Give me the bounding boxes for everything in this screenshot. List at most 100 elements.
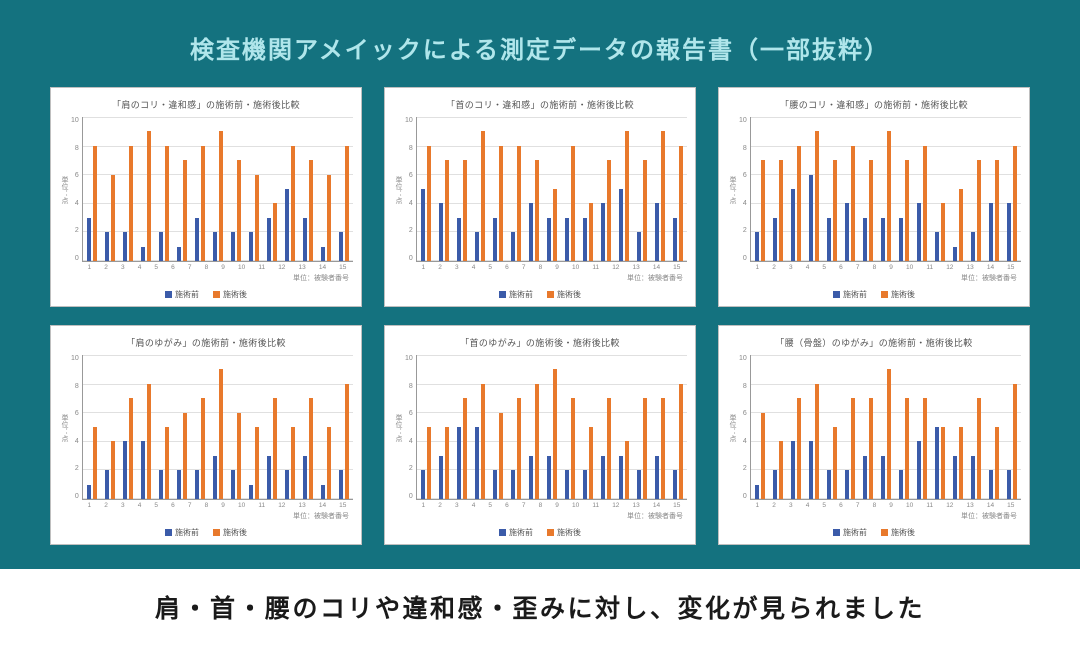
bar-group	[86, 117, 98, 261]
bar-after	[761, 413, 766, 499]
bar-before	[655, 456, 660, 499]
bar-before	[989, 470, 994, 499]
y-ticks: 1086420	[71, 117, 82, 262]
bar-after	[815, 384, 820, 499]
plot-area	[82, 355, 353, 500]
bar-before	[249, 485, 254, 499]
bar-after	[481, 131, 486, 261]
bar-group	[456, 355, 468, 499]
x-axis-label: 単位：被験者番号	[59, 511, 353, 521]
bar-after	[589, 427, 594, 499]
bar-group	[600, 355, 612, 499]
bar-after	[571, 398, 576, 499]
bar-after	[1013, 384, 1018, 499]
bar-group	[564, 355, 576, 499]
bar-after	[147, 131, 152, 261]
bar-after	[797, 398, 802, 499]
bar-before	[475, 232, 480, 261]
bar-before	[791, 189, 796, 261]
bar-after	[779, 441, 784, 499]
x-axis-label: 単位：被験者番号	[393, 273, 687, 283]
bar-after	[625, 131, 630, 261]
bar-after	[977, 398, 982, 499]
bar-after	[941, 203, 946, 261]
bar-after	[219, 131, 224, 261]
bar-after	[111, 175, 116, 261]
chart-card: 「肩のコリ・違和感」の施術前・施術後比較単位：点1086420123456789…	[50, 87, 362, 307]
chart-title: 「首のコリ・違和感」の施術前・施術後比較	[393, 98, 687, 111]
bar-group	[772, 117, 784, 261]
plot-area	[750, 117, 1021, 262]
bar-group	[654, 355, 666, 499]
bar-after	[463, 160, 468, 261]
chart-card: 「肩のゆがみ」の施術前・施術後比較単位：点1086420123456789101…	[50, 325, 362, 545]
legend: 施術前施術後	[727, 527, 1021, 538]
bar-group	[970, 355, 982, 499]
bar-group	[338, 355, 350, 499]
bar-group	[420, 117, 432, 261]
legend-after: 施術後	[547, 527, 581, 538]
legend-before: 施術前	[165, 289, 199, 300]
bar-after	[183, 413, 188, 499]
legend: 施術前施術後	[393, 289, 687, 300]
bar-group	[672, 355, 684, 499]
bar-after	[201, 398, 206, 499]
bar-before	[881, 218, 886, 261]
bar-after	[797, 146, 802, 261]
bar-after	[345, 384, 350, 499]
bar-after	[905, 160, 910, 261]
y-axis-label: 単位：点	[59, 176, 71, 204]
bar-before	[827, 470, 832, 499]
bar-before	[123, 441, 128, 499]
bar-group	[808, 355, 820, 499]
chart-title: 「肩のゆがみ」の施術前・施術後比較	[59, 336, 353, 349]
bar-before	[159, 232, 164, 261]
bar-after	[607, 398, 612, 499]
bar-before	[213, 456, 218, 499]
bar-before	[267, 218, 272, 261]
bar-after	[679, 146, 684, 261]
bar-after	[869, 160, 874, 261]
bar-after	[761, 160, 766, 261]
x-ticks: 123456789101112131415	[59, 264, 353, 271]
x-ticks: 123456789101112131415	[393, 502, 687, 509]
bar-group	[826, 117, 838, 261]
bar-before	[123, 232, 128, 261]
bar-after	[445, 160, 450, 261]
bar-before	[673, 218, 678, 261]
chart-title: 「腰（骨盤）のゆがみ」の施術前・施術後比較	[727, 336, 1021, 349]
plot-area	[416, 117, 687, 262]
chart-card: 「首のコリ・違和感」の施術前・施術後比較単位：点1086420123456789…	[384, 87, 696, 307]
bar-after	[679, 384, 684, 499]
bar-after	[147, 384, 152, 499]
bar-after	[905, 398, 910, 499]
bar-group	[248, 355, 260, 499]
bar-before	[755, 232, 760, 261]
bar-group	[438, 117, 450, 261]
bar-group	[510, 117, 522, 261]
x-ticks: 123456789101112131415	[727, 264, 1021, 271]
bar-after	[535, 384, 540, 499]
bar-before	[511, 232, 516, 261]
bar-group	[898, 117, 910, 261]
bar-before	[249, 232, 254, 261]
bar-group	[266, 117, 278, 261]
bar-after	[499, 413, 504, 499]
bar-before	[583, 470, 588, 499]
bar-after	[535, 160, 540, 261]
bar-before	[87, 485, 92, 499]
bar-before	[87, 218, 92, 261]
bar-group	[862, 117, 874, 261]
bar-before	[953, 247, 958, 261]
bar-after	[93, 146, 98, 261]
bar-before	[475, 427, 480, 499]
bar-after	[517, 398, 522, 499]
bar-group	[790, 355, 802, 499]
bar-group	[672, 117, 684, 261]
bar-group	[916, 117, 928, 261]
bar-group	[988, 117, 1000, 261]
legend: 施術前施術後	[59, 289, 353, 300]
bar-group	[808, 117, 820, 261]
bar-after	[129, 398, 134, 499]
bar-after	[625, 441, 630, 499]
